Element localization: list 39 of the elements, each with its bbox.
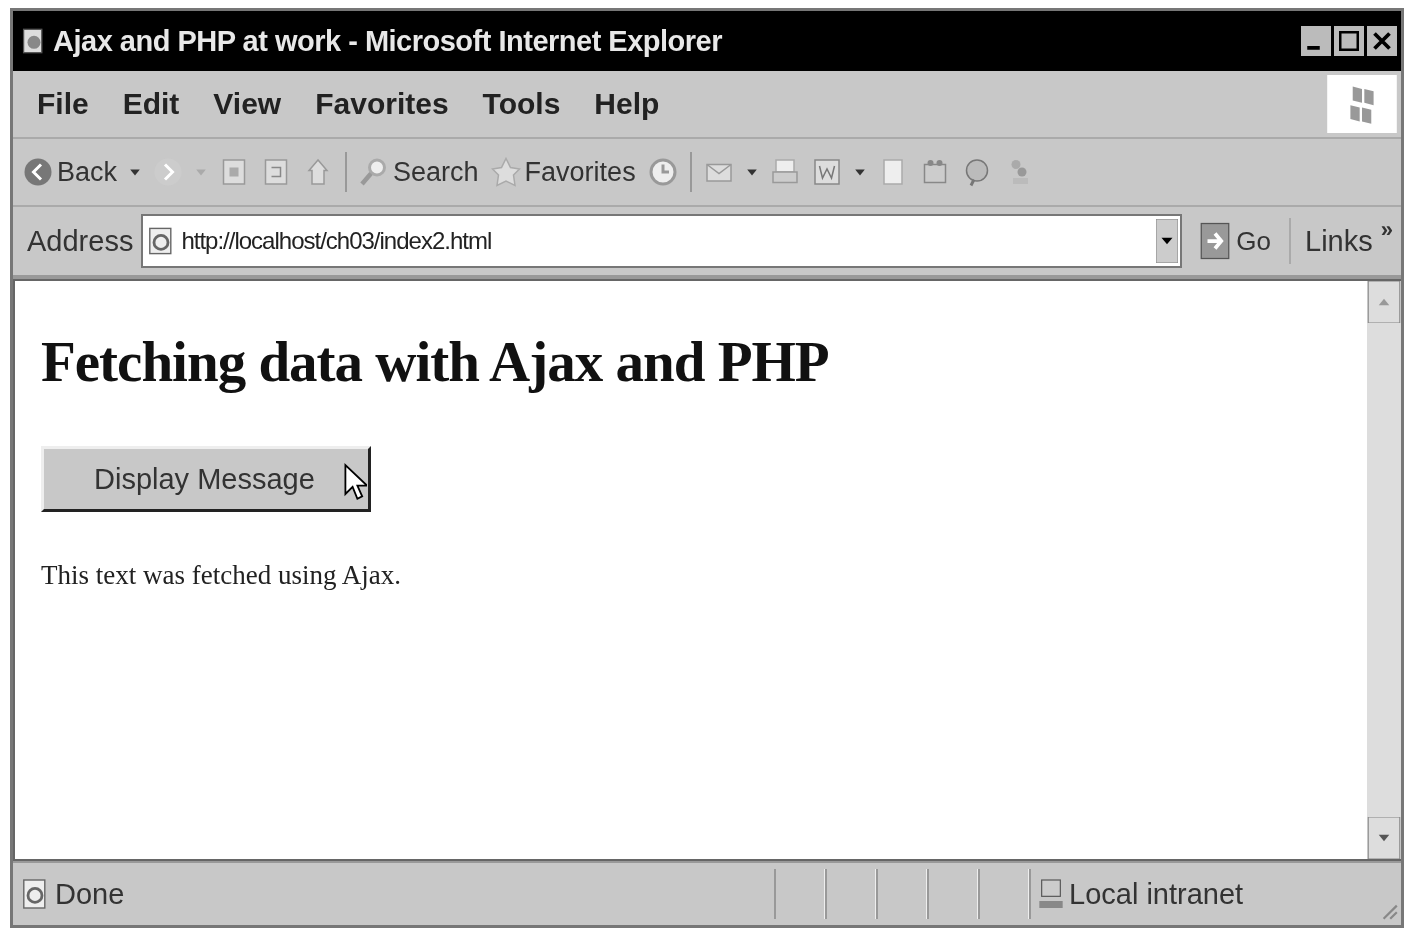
history-icon[interactable] (647, 156, 678, 188)
address-field[interactable]: http://localhost/ch03/index2.html (141, 214, 1183, 268)
display-message-button[interactable]: Display Message (41, 446, 371, 512)
menu-item[interactable]: Help (594, 87, 660, 121)
maximize-icon[interactable] (1334, 26, 1364, 56)
close-icon[interactable] (1367, 26, 1397, 56)
scroll-up-icon[interactable] (1367, 281, 1401, 323)
status-text: Done (55, 877, 125, 911)
menu-item[interactable]: View (213, 87, 282, 121)
status-pane (876, 869, 927, 919)
menu-item[interactable]: Favorites (315, 87, 449, 121)
status-pane (978, 869, 1029, 919)
menu-item[interactable]: File (37, 87, 89, 121)
page-icon (21, 877, 49, 911)
star-icon (490, 157, 521, 187)
more-links-chevron[interactable]: » (1380, 217, 1393, 243)
status-pane (774, 869, 825, 919)
dropdown-arrow-icon[interactable] (1156, 219, 1179, 263)
vertical-scrollbar[interactable] (1367, 281, 1401, 859)
favorites-button[interactable]: Favorites (490, 156, 636, 188)
intranet-zone-icon (1037, 877, 1065, 911)
status-pane (825, 869, 876, 919)
window-title: Ajax and PHP at work - Microsoft Internet Explorer (53, 24, 722, 58)
page-heading: Fetching data with Ajax and PHP (41, 329, 830, 394)
status-pane (927, 869, 978, 919)
mouse-cursor-icon (343, 462, 367, 502)
scroll-down-icon[interactable] (1367, 817, 1401, 859)
links-button[interactable]: Links (1299, 224, 1373, 258)
back-button[interactable]: Back (23, 156, 118, 188)
zone-text: Local intranet (1069, 877, 1244, 911)
fetched-text: This text was fetched using Ajax. (41, 560, 402, 591)
search-button[interactable]: Search (359, 156, 479, 188)
menu-item[interactable]: Tools (482, 87, 561, 121)
menu-item[interactable]: Edit (122, 87, 180, 121)
go-button[interactable]: Go (1190, 221, 1282, 261)
document-icon[interactable] (811, 156, 842, 188)
address-label: Address (27, 224, 134, 258)
windows-logo-icon (1327, 75, 1397, 133)
minimize-icon[interactable] (1301, 26, 1331, 56)
